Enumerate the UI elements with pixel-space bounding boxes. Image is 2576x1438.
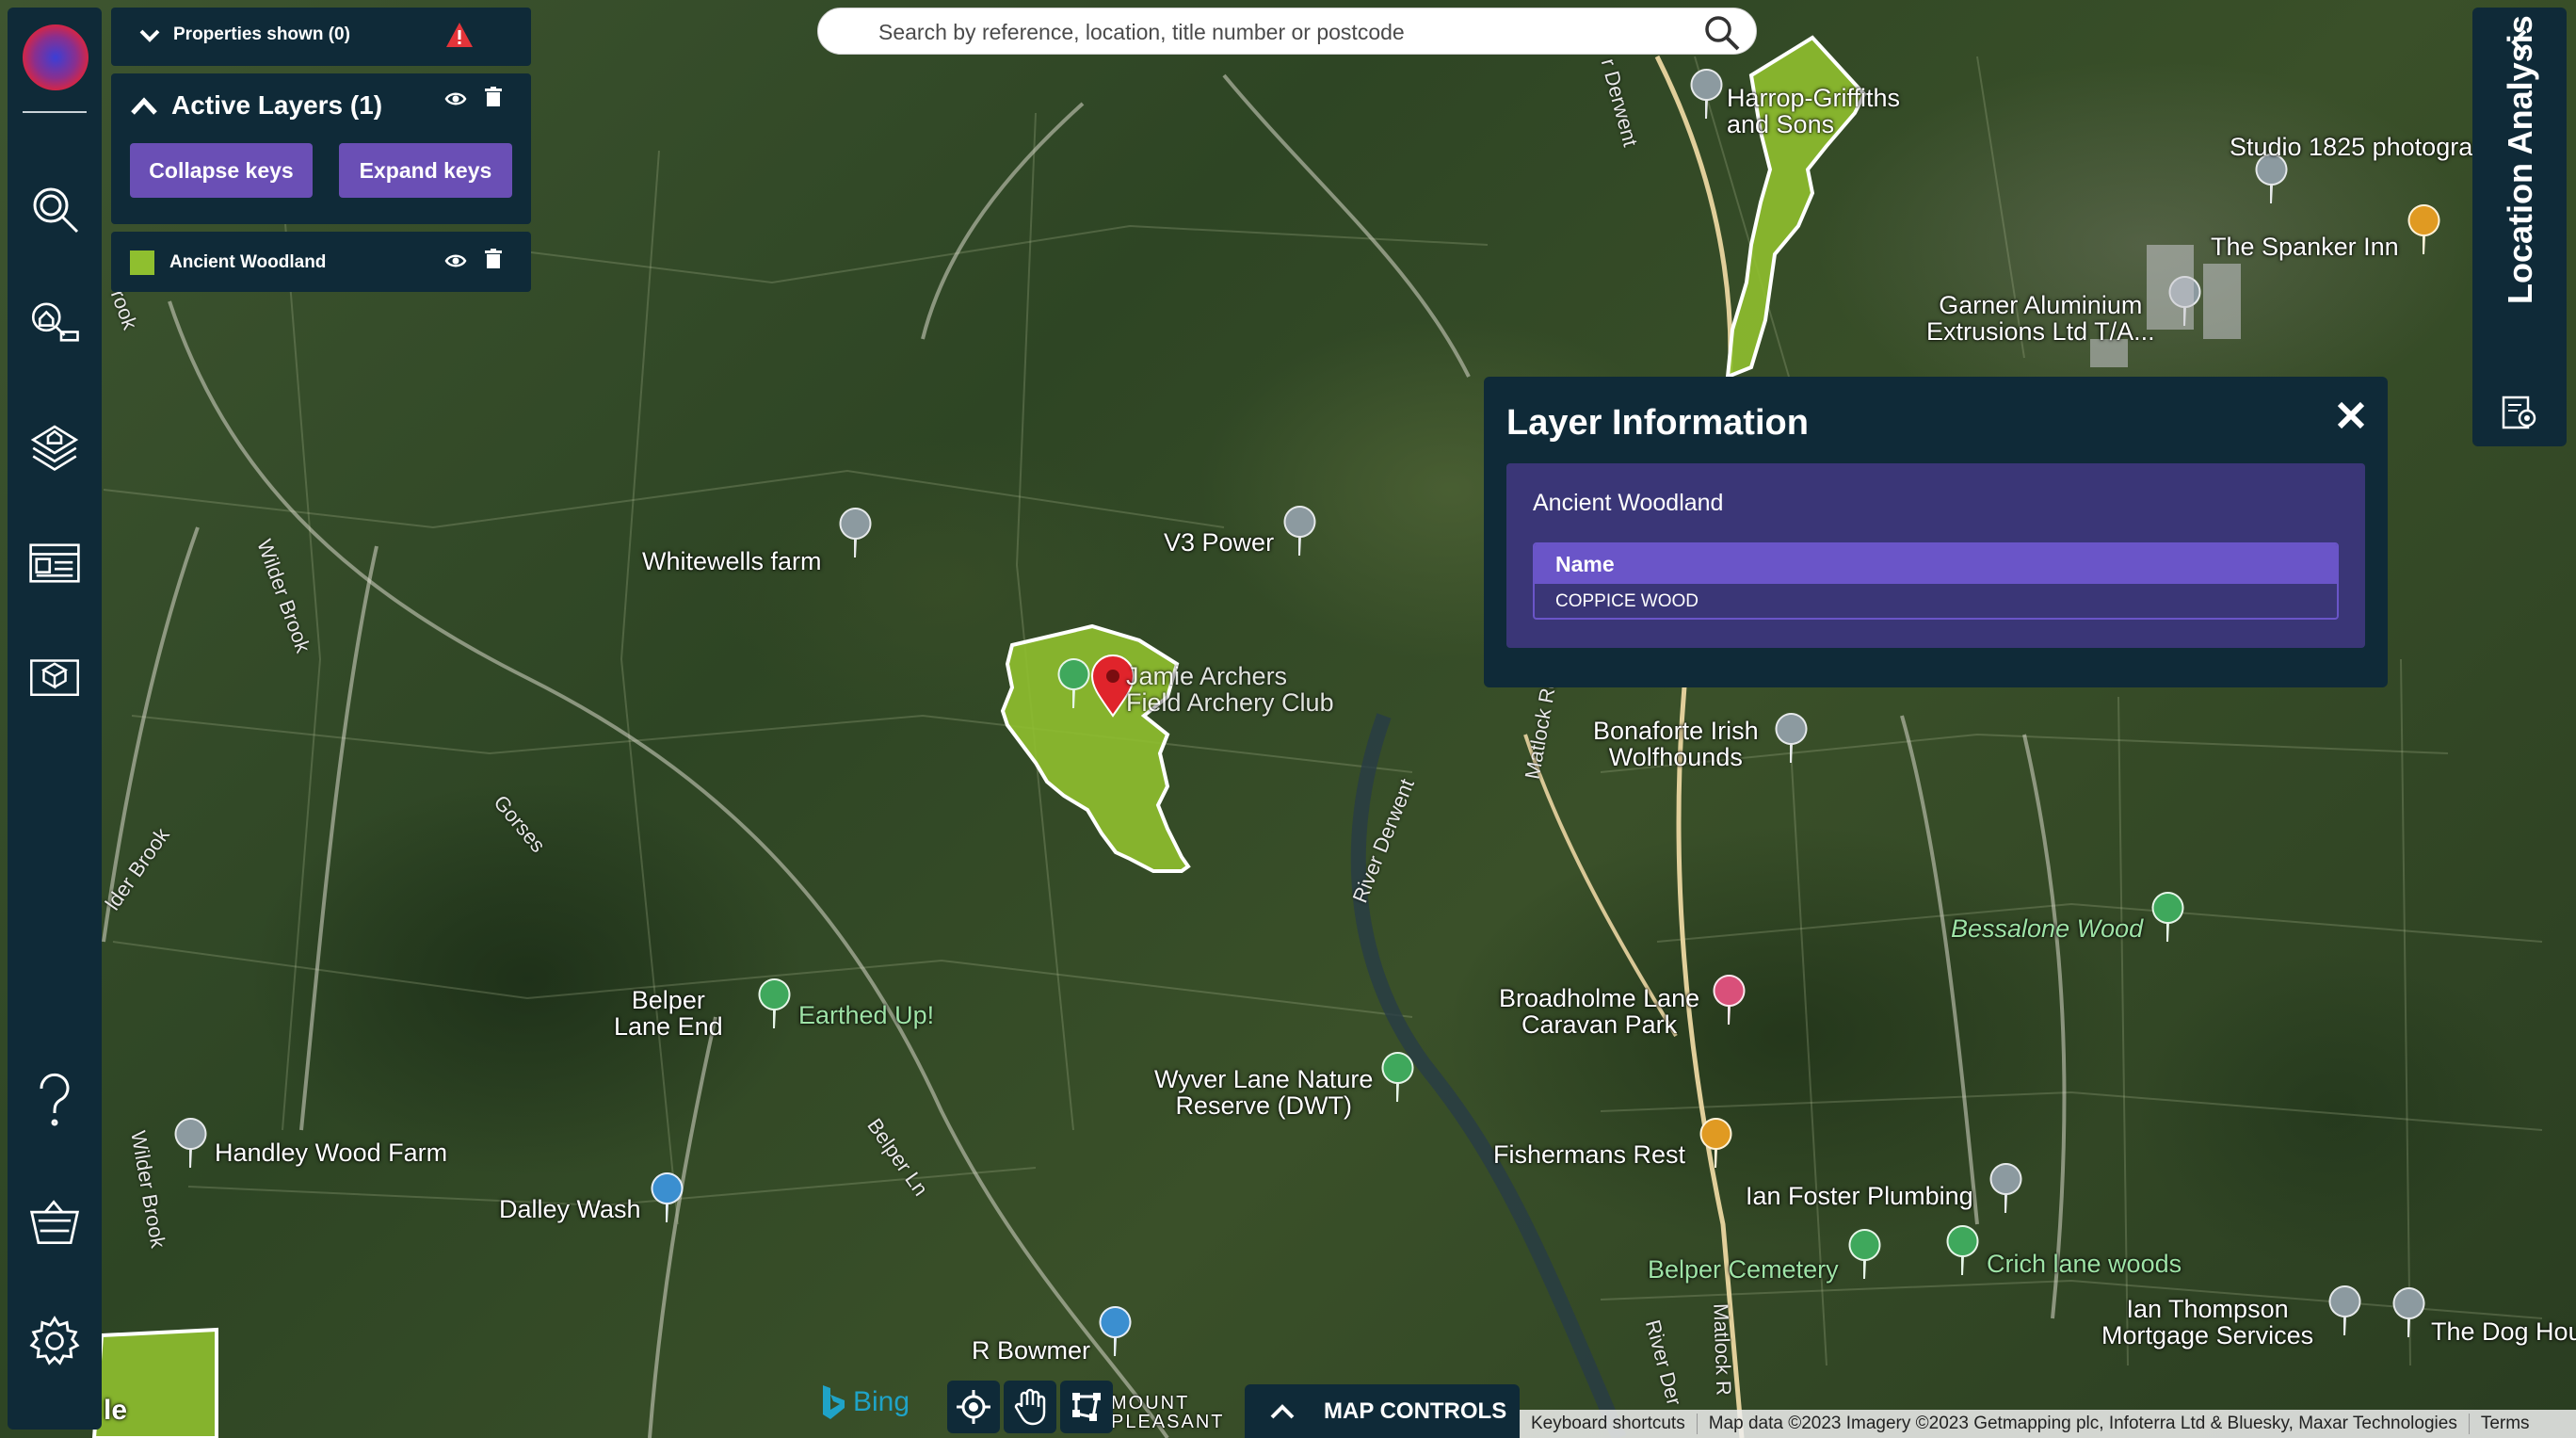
properties-shown-label: Properties shown (0): [173, 24, 350, 44]
map-label: The Dog Hou: [2431, 1317, 2576, 1346]
map-label: Wyver Lane Nature Reserve (DWT): [1154, 1065, 1374, 1120]
map-label: Ian Foster Plumbing: [1746, 1182, 1973, 1210]
layer-name: Ancient Woodland: [169, 252, 327, 272]
report-card-icon[interactable]: [28, 537, 81, 590]
attribute-table: Name COPPICE WOOD: [1533, 542, 2339, 620]
location-analysis-title: Location Analysis: [2501, 15, 2539, 304]
map-controls-label: MAP CONTROLS: [1324, 1398, 1507, 1424]
map-label: Jamie Archers Field Archery Club: [1126, 662, 1334, 717]
chevron-up-icon: [1270, 1403, 1295, 1418]
map-label: Ian Thompson Mortgage Services: [2101, 1295, 2314, 1349]
map-label: Garner Aluminium Extrusions Ltd T/A...: [1926, 291, 2155, 346]
map-label: Belper Lane End: [614, 986, 723, 1041]
help-icon[interactable]: [28, 1073, 81, 1126]
layers-icon[interactable]: [28, 420, 81, 473]
settings-icon[interactable]: [28, 1315, 81, 1367]
attribute-value: COPPICE WOOD: [1555, 591, 1699, 611]
eye-icon[interactable]: [444, 90, 467, 107]
map-label: Broadholme Lane Caravan Park: [1499, 984, 1700, 1039]
trash-icon[interactable]: [484, 249, 503, 269]
layer-information-popup: Layer Information Ancient Woodland Name …: [1484, 377, 2388, 687]
layer-row[interactable]: Ancient Woodland: [111, 232, 531, 292]
map-label: Studio 1825 photogra: [2230, 133, 2473, 161]
map-controls-toggle[interactable]: MAP CONTROLS: [1245, 1384, 1520, 1438]
keyboard-shortcuts-link[interactable]: Keyboard shortcuts: [1520, 1414, 1698, 1434]
map-data-credit: Map data ©2023 Imagery ©2023 Getmapping …: [1698, 1414, 2470, 1434]
map-label: Harrop-Griffiths and Sons: [1727, 84, 1901, 138]
analysis-report-icon[interactable]: [2501, 394, 2538, 431]
warning-triangle-icon: [446, 23, 473, 47]
map-label: Dalley Wash: [499, 1195, 641, 1223]
search-icon[interactable]: [1703, 14, 1741, 52]
map-label: V3 Power: [1164, 528, 1275, 557]
trash-icon[interactable]: [484, 87, 503, 107]
chevron-up-icon[interactable]: [130, 96, 158, 117]
map-label: R Bowmer: [972, 1336, 1091, 1365]
bing-label: Bing: [853, 1386, 910, 1417]
search-area-icon[interactable]: [28, 183, 81, 235]
main-sidebar: [8, 8, 102, 1430]
attribute-header-row: [1535, 544, 2337, 584]
layer-info-title: Layer Information: [1506, 403, 1809, 443]
map-label: Fishermans Rest: [1493, 1140, 1686, 1169]
map-book-icon[interactable]: [28, 650, 81, 703]
properties-shown-panel[interactable]: Properties shown (0): [111, 8, 531, 66]
road-label: Matlock R: [1709, 1302, 1736, 1397]
polygon-draw-icon: [1072, 1393, 1101, 1421]
layer-color-swatch: [130, 250, 154, 275]
sidebar-divider: [23, 111, 87, 113]
search-bar: [817, 8, 1757, 55]
active-layers-panel: Active Layers (1) Collapse keys Expand k…: [111, 73, 531, 224]
map-label: Earthed Up!: [798, 1001, 935, 1029]
layer-info-card: Ancient Woodland Name COPPICE WOOD: [1506, 463, 2365, 648]
basket-icon[interactable]: [28, 1196, 81, 1249]
bing-logo: Bing: [819, 1381, 910, 1424]
map-label: Bessalone Wood: [1951, 914, 2144, 943]
close-icon[interactable]: [2335, 399, 2367, 431]
location-analysis-panel[interactable]: Location Analysis: [2472, 8, 2567, 446]
draw-shape-button[interactable]: [1060, 1381, 1113, 1433]
eye-icon[interactable]: [444, 252, 467, 269]
partial-map-label: le: [104, 1395, 128, 1426]
collapse-keys-button[interactable]: Collapse keys: [130, 143, 313, 198]
map-label: Bonaforte Irish Wolfhounds: [1593, 717, 1759, 771]
search-property-icon[interactable]: [28, 296, 81, 348]
chevron-down-icon[interactable]: [139, 28, 160, 43]
bing-icon: [823, 1385, 845, 1419]
app-logo[interactable]: [23, 24, 89, 90]
search-input[interactable]: [878, 16, 1688, 48]
pan-tool-button[interactable]: [1004, 1381, 1056, 1433]
crosshair-icon: [957, 1390, 990, 1424]
hand-icon: [1014, 1388, 1046, 1426]
map-attribution: Keyboard shortcuts Map data ©2023 Imager…: [1520, 1410, 2576, 1438]
terms-link[interactable]: Terms: [2470, 1414, 2541, 1434]
locate-me-button[interactable]: [947, 1381, 1000, 1433]
map-label: The Spanker Inn: [2211, 233, 2399, 261]
map-label: Crich lane woods: [1987, 1250, 2182, 1278]
map-label: Whitewells farm: [642, 547, 822, 575]
layer-info-layer-name: Ancient Woodland: [1533, 490, 1724, 516]
active-layers-title: Active Layers (1): [171, 90, 383, 120]
map-label: Belper Cemetery: [1648, 1255, 1839, 1284]
map-label: MOUNT PLEASANT: [1111, 1393, 1225, 1432]
expand-keys-button[interactable]: Expand keys: [339, 143, 512, 198]
attribute-header: Name: [1555, 552, 1615, 576]
map-label: Handley Wood Farm: [215, 1139, 448, 1167]
